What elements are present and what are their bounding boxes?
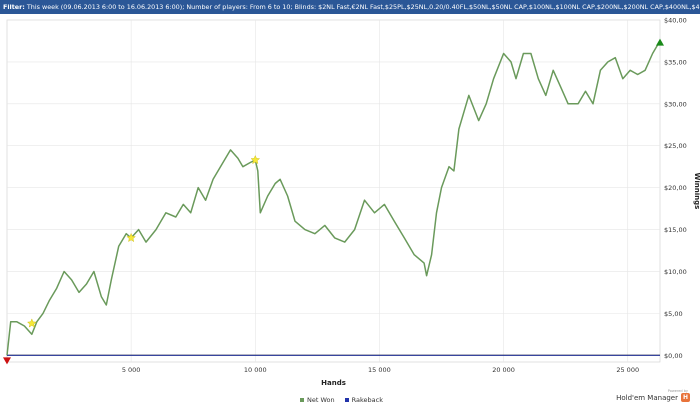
hm-logo-icon: H: [681, 393, 690, 402]
y-tick-label: $15,00: [664, 226, 687, 234]
y-tick-label: $25,00: [664, 142, 687, 150]
y-tick-label: $20,00: [664, 184, 687, 192]
x-tick-label: 10 000: [244, 366, 267, 374]
x-tick-label: 15 000: [368, 366, 391, 374]
y-tick-label: $5,00: [664, 310, 683, 318]
y-tick-label: $0,00: [664, 352, 683, 360]
plot-area: [6, 19, 661, 363]
series-line-net-won: [6, 44, 659, 356]
y-tick-label: $10,00: [664, 268, 687, 276]
y-tick-label: $40,00: [664, 17, 687, 25]
legend-net-won-label: Net Won: [307, 396, 335, 404]
legend-item-rakeback[interactable]: Rakeback: [344, 396, 383, 404]
y-tick-label: $35,00: [664, 58, 687, 66]
brand: Hold'em Manager H: [616, 393, 690, 402]
brand-name: Hold'em Manager: [616, 393, 678, 402]
rakeback-swatch: [344, 398, 349, 402]
x-tick-label: 5 000: [122, 366, 141, 374]
y-axis-label: Winnings: [693, 173, 700, 210]
x-axis-label: Hands: [321, 379, 346, 387]
y-tick-label: $30,00: [664, 100, 687, 108]
winnings-chart: $0,00 $5,00 $10,00 $15,00 $20,00 $25,00 $30,00…: [3, 17, 700, 387]
end-marker-triangle: [656, 38, 664, 46]
legend-item-net-won[interactable]: Net Won: [300, 396, 335, 404]
x-tick-label: 20 000: [492, 366, 515, 374]
net-won-swatch: [300, 398, 304, 402]
x-tick-label: 25 000: [616, 366, 639, 374]
start-marker-triangle: [3, 357, 11, 365]
legend-rakeback-label: Rakeback: [351, 396, 383, 404]
chart-legend: Net Won Rakeback: [300, 396, 383, 404]
